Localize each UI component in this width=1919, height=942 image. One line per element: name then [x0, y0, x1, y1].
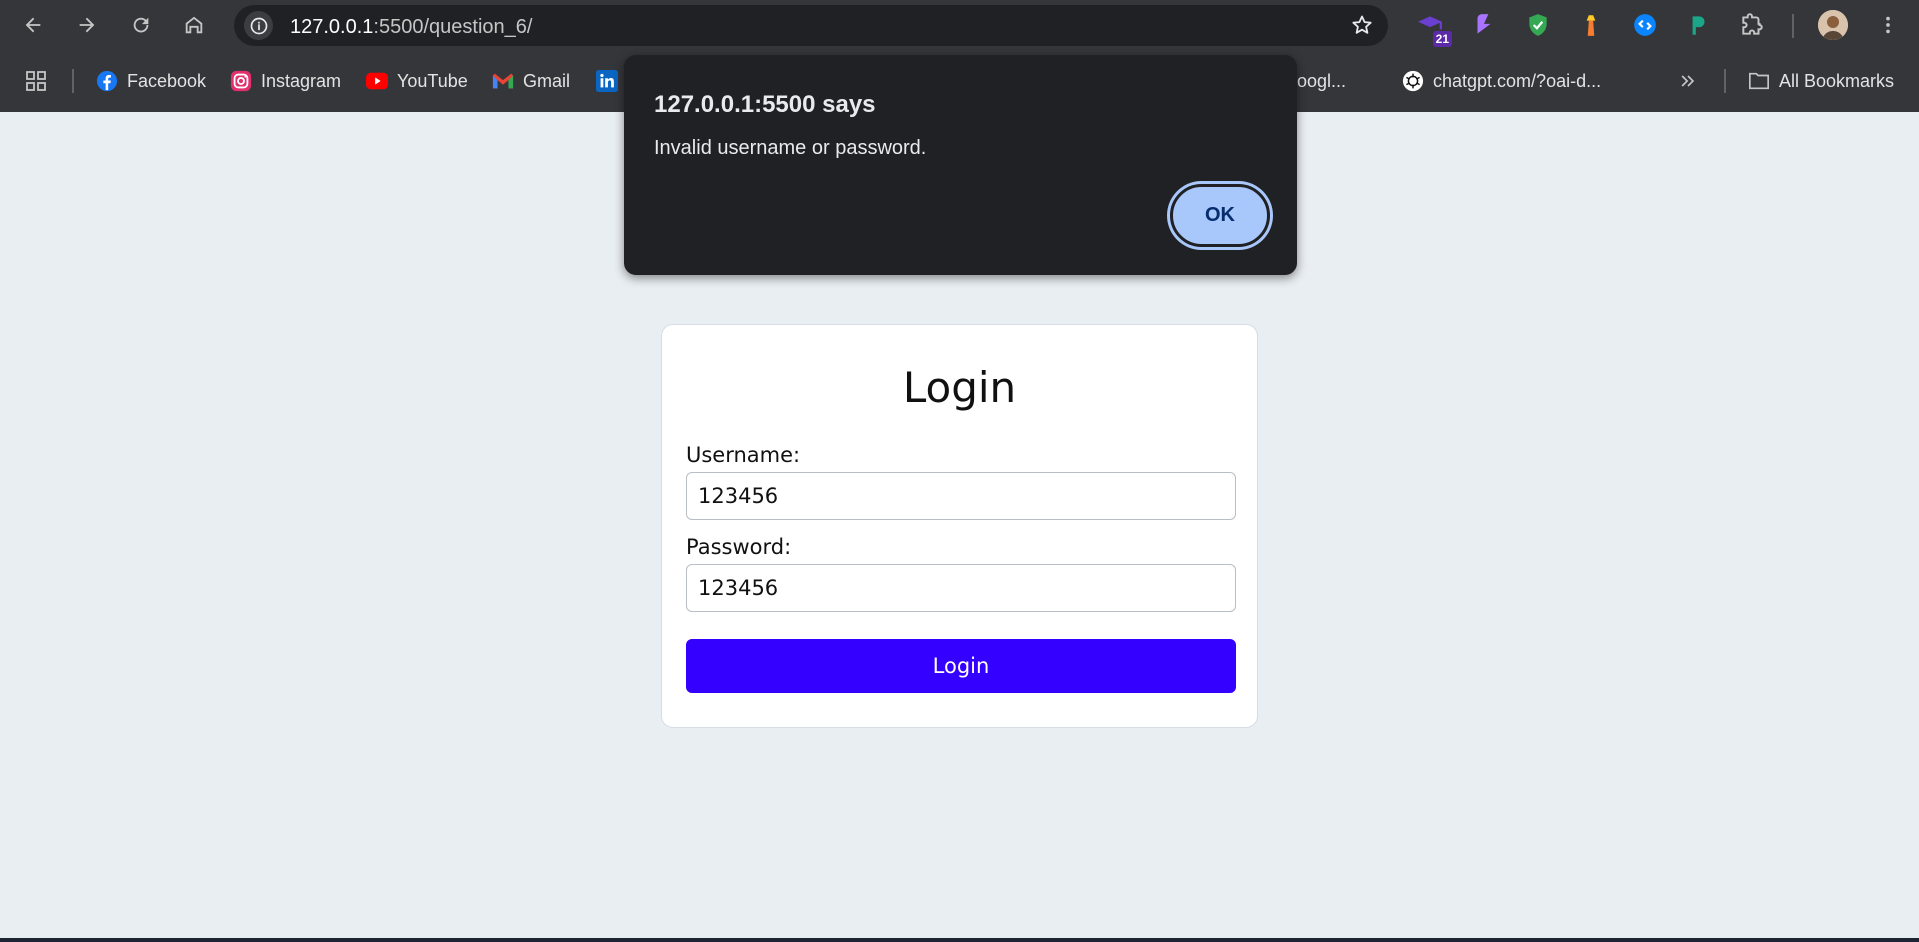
bookmark-label: chatgpt.com/?oai-d... — [1433, 70, 1602, 91]
username-input[interactable] — [686, 472, 1236, 520]
bookmark-label: Instagram — [261, 70, 342, 91]
extension-badge: 21 — [1432, 31, 1452, 47]
url-path: :5500/question_6/ — [373, 16, 533, 38]
browser-toolbar: 127.0.0.1:5500/question_6/ 21 — [0, 0, 1919, 51]
chevron-double-right-icon — [1681, 75, 1695, 87]
bookmarks-divider — [1724, 69, 1726, 93]
forward-arrow-icon — [79, 17, 95, 33]
bookmark-instagram[interactable]: Instagram — [230, 66, 341, 96]
alert-title: 127.0.0.1:5500 says — [654, 91, 876, 118]
profile-avatar[interactable] — [1818, 10, 1848, 40]
bookmarks-divider — [72, 69, 74, 93]
login-title: Login — [902, 363, 1017, 412]
extension-shazam-button[interactable] — [1629, 9, 1661, 41]
username-label: Username: — [686, 443, 801, 467]
taskbar-edge — [0, 938, 1919, 942]
shield-check-icon — [1529, 14, 1547, 36]
address-bar[interactable]: 127.0.0.1:5500/question_6/ — [234, 5, 1388, 46]
profile-photo-icon — [1818, 10, 1848, 40]
three-dots-vertical-icon — [1886, 16, 1890, 34]
apps-grid-icon — [26, 71, 46, 91]
puzzle-piece-icon — [1742, 13, 1763, 35]
back-arrow-icon — [25, 17, 41, 33]
more-bookmarks-button[interactable] — [1678, 66, 1698, 96]
all-bookmarks-button[interactable]: All Bookmarks — [1748, 66, 1894, 96]
bookmark-chatgpt[interactable]: chatgpt.com/?oai-d... — [1402, 66, 1601, 96]
home-button[interactable] — [177, 8, 211, 42]
ok-button[interactable]: OK — [1170, 184, 1270, 247]
login-button[interactable]: Login — [686, 639, 1236, 693]
site-info-button[interactable] — [244, 11, 273, 40]
bookmark-gmail[interactable]: Gmail — [492, 66, 570, 96]
chatgpt-icon — [1402, 70, 1424, 92]
url-host: 127.0.0.1 — [290, 16, 374, 38]
bookmark-label: YouTube — [397, 70, 468, 91]
bookmark-star-icon[interactable] — [1350, 13, 1374, 37]
facebook-icon — [96, 70, 118, 92]
folder-icon — [1748, 70, 1770, 92]
home-icon — [185, 16, 203, 34]
shazam-icon — [1634, 14, 1656, 36]
bookmark-label: Gmail — [523, 70, 571, 91]
browser-menu-button[interactable] — [1871, 8, 1905, 42]
linkedin-icon — [596, 70, 618, 92]
password-label: Password: — [686, 535, 792, 559]
alert-dialog: 127.0.0.1:5500 says Invalid username or … — [624, 55, 1297, 275]
reload-button[interactable] — [124, 8, 158, 42]
youtube-icon — [366, 70, 388, 92]
lighthouse-icon — [1586, 15, 1596, 36]
instagram-icon — [230, 70, 252, 92]
gmail-icon — [492, 70, 514, 92]
extension-purple-button[interactable] — [1468, 9, 1500, 41]
forward-button[interactable] — [70, 8, 104, 42]
alert-message: Invalid username or password. — [654, 137, 927, 159]
bookmark-label: Facebook — [127, 70, 207, 91]
url-text[interactable]: 127.0.0.1:5500/question_6/ — [290, 16, 532, 39]
all-bookmarks-label: All Bookmarks — [1779, 70, 1895, 91]
extensions-menu-button[interactable] — [1736, 9, 1768, 41]
login-card: Login Username: Password: Login — [661, 324, 1258, 728]
purple-extension-icon — [1477, 14, 1491, 34]
toolbar-divider — [1792, 14, 1794, 38]
extension-shield-button[interactable] — [1522, 9, 1554, 41]
extension-graduation-button[interactable]: 21 — [1414, 9, 1452, 47]
back-button[interactable] — [16, 8, 50, 42]
bookmark-youtube[interactable]: YouTube — [366, 66, 468, 96]
extension-p-button[interactable] — [1682, 9, 1714, 41]
extension-lighthouse-button[interactable] — [1575, 9, 1607, 41]
info-icon — [250, 17, 267, 34]
reload-icon — [133, 17, 149, 33]
bookmark-facebook[interactable]: Facebook — [96, 66, 206, 96]
apps-button[interactable] — [24, 66, 48, 96]
p-letter-icon — [1692, 16, 1705, 35]
password-input[interactable] — [686, 564, 1236, 612]
bookmark-linkedin[interactable] — [596, 66, 627, 96]
